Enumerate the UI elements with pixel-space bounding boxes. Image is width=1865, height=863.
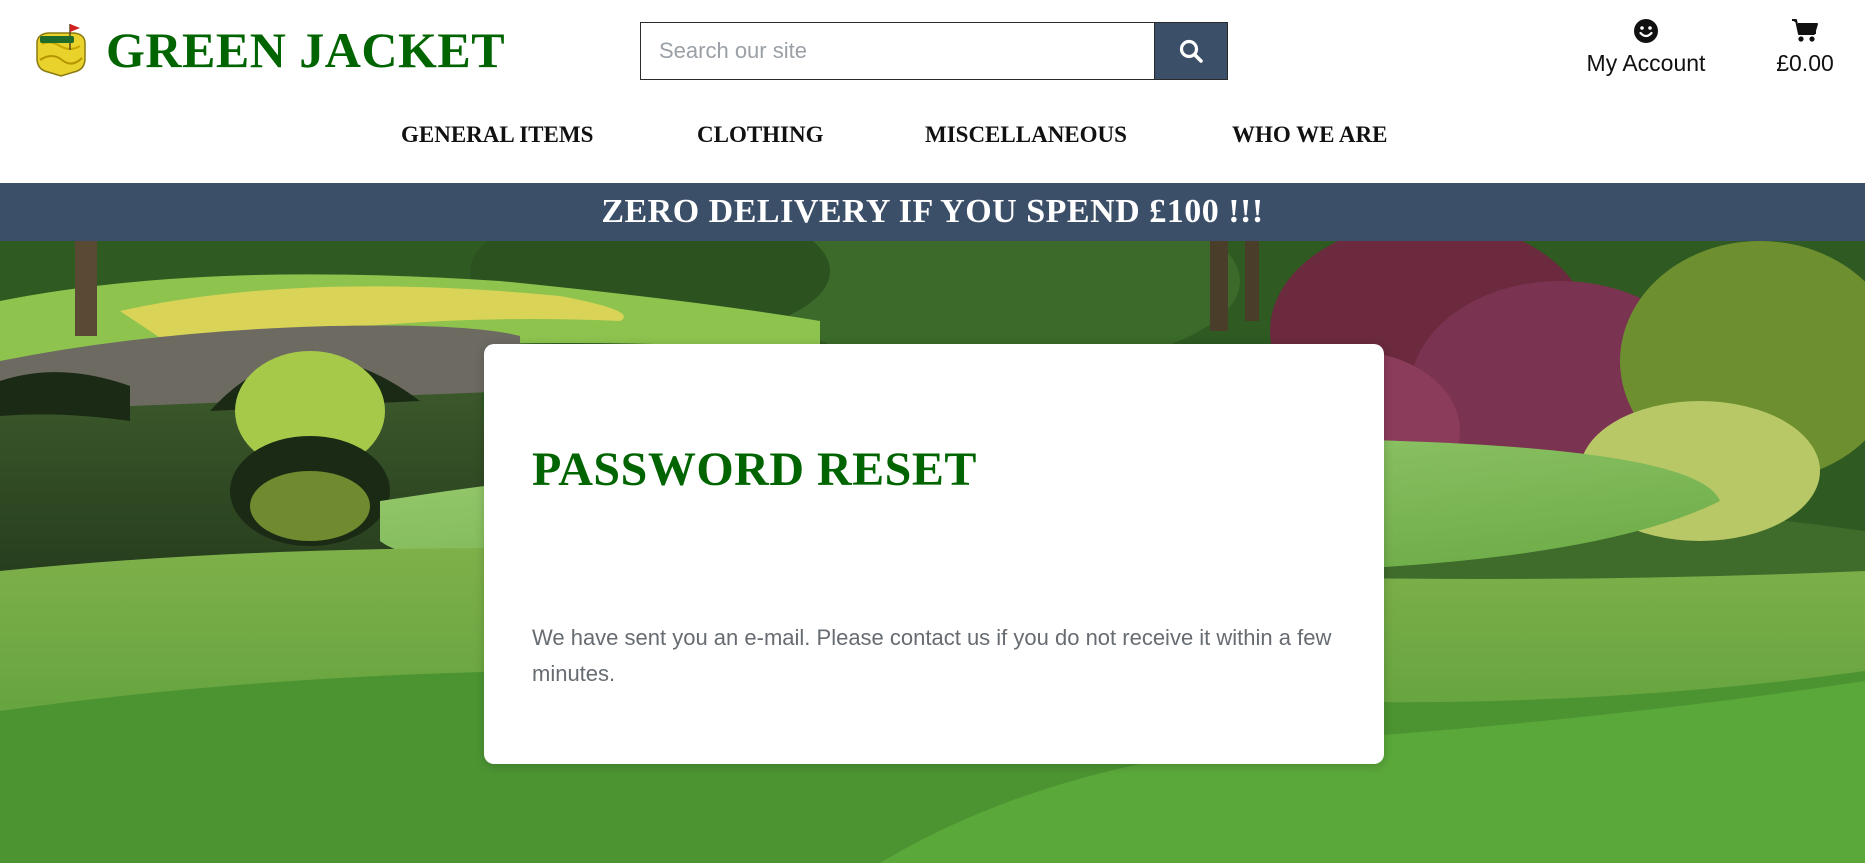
search-input[interactable] <box>640 22 1154 80</box>
cart-total: £0.00 <box>1776 50 1834 76</box>
password-reset-card: PASSWORD RESET We have sent you an e-mai… <box>484 344 1384 764</box>
page-title: PASSWORD RESET <box>532 443 977 496</box>
home-logo-link[interactable]: GREEN JACKET <box>32 20 505 80</box>
nav-clothing[interactable]: CLOTHING <box>697 122 824 148</box>
masters-logo-icon <box>36 24 86 77</box>
nav-who-we-are[interactable]: WHO WE ARE <box>1232 122 1388 148</box>
smiley-icon <box>1634 19 1658 43</box>
search-icon <box>1179 39 1203 63</box>
cart-icon <box>1792 19 1818 42</box>
search-form <box>640 22 1228 80</box>
my-account-link[interactable]: My Account <box>1578 18 1714 78</box>
promo-banner: ZERO DELIVERY IF YOU SPEND £100 !!! <box>0 183 1865 241</box>
cart-link[interactable]: £0.00 <box>1770 18 1840 78</box>
nav-miscellaneous[interactable]: MISCELLANEOUS <box>925 122 1127 148</box>
my-account-label: My Account <box>1586 50 1706 76</box>
site-header: GREEN JACKET My Account £0.00 GENERAL <box>0 0 1865 183</box>
password-reset-message: We have sent you an e-mail. Please conta… <box>532 625 1332 686</box>
nav-general-items[interactable]: GENERAL ITEMS <box>401 122 593 148</box>
promo-banner-text: ZERO DELIVERY IF YOU SPEND £100 !!! <box>601 193 1264 230</box>
brand-name: GREEN JACKET <box>106 22 506 78</box>
search-button[interactable] <box>1154 22 1228 80</box>
main-nav: GENERAL ITEMS CLOTHING MISCELLANEOUS WHO… <box>0 122 1865 162</box>
